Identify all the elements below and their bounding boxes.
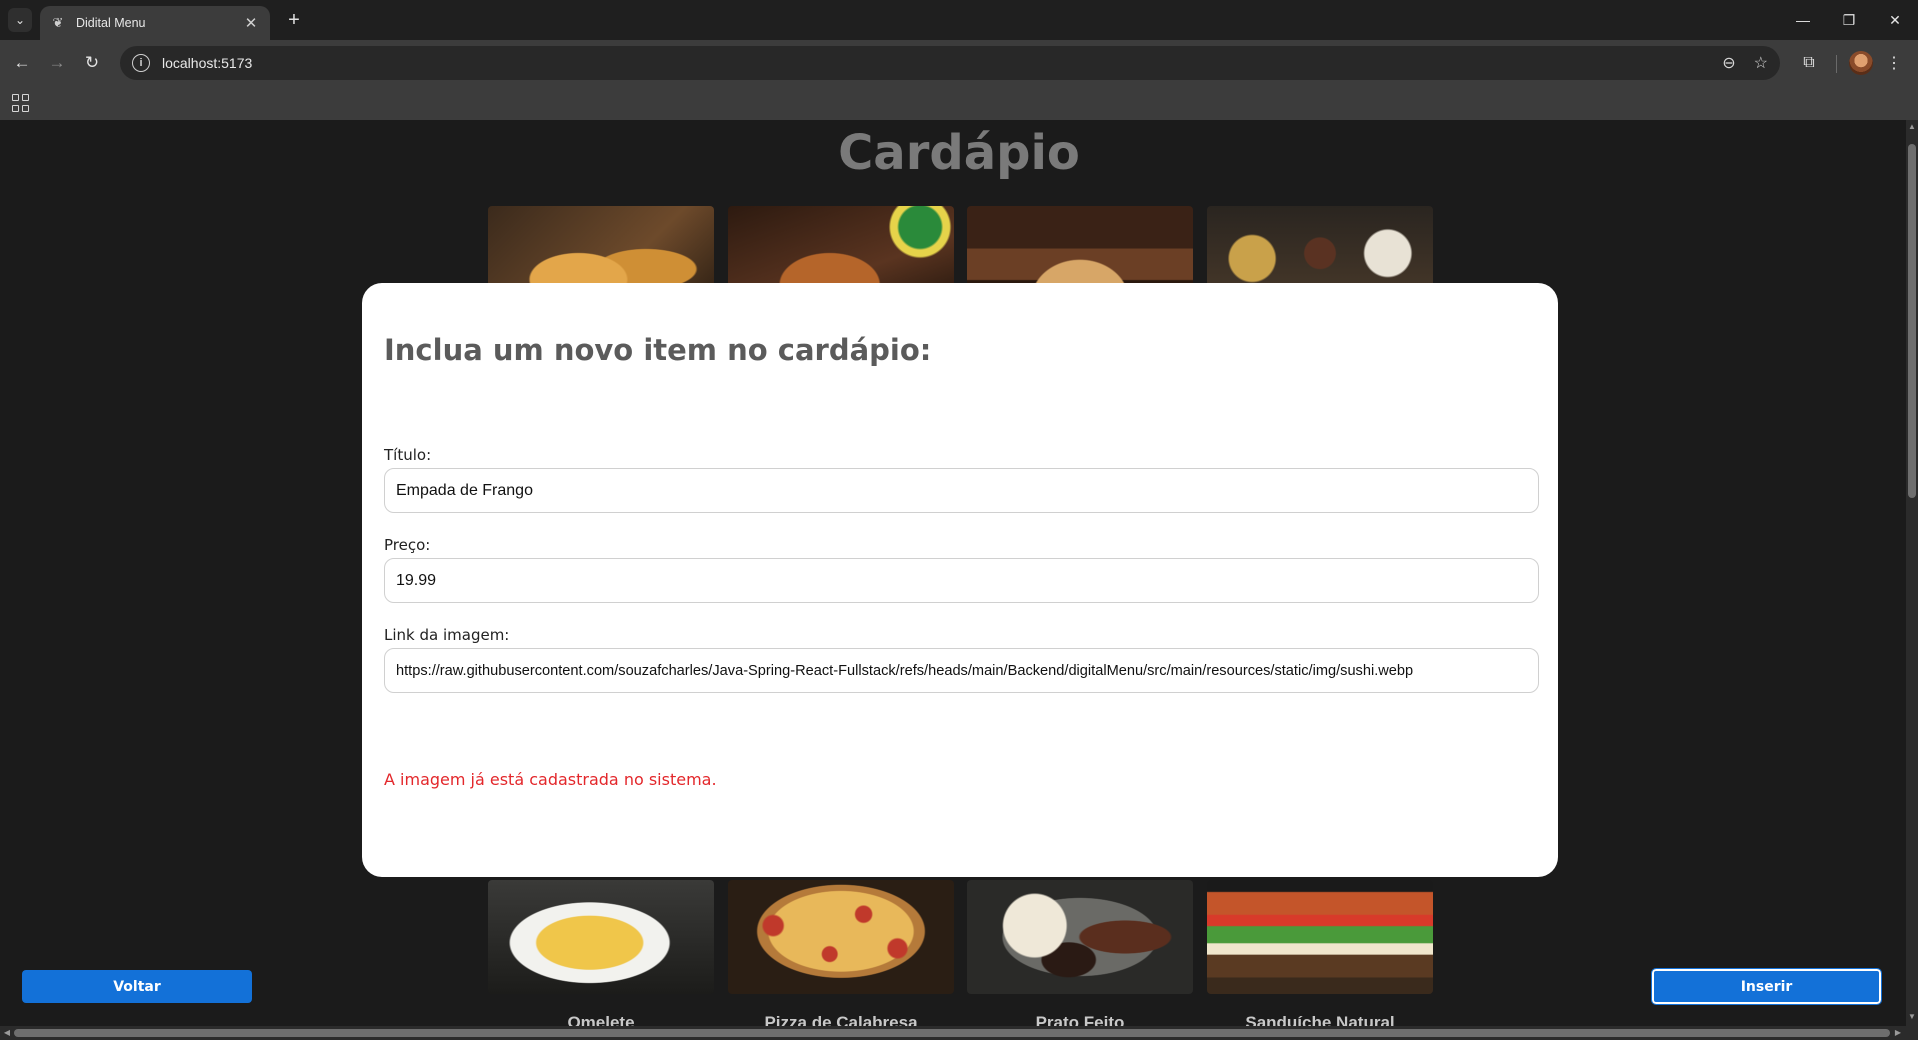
- tab-strip: ⌄ ❦ Didital Menu ✕ + — ❐ ✕: [0, 0, 1918, 40]
- omelete-image[interactable]: [488, 880, 714, 994]
- url-text[interactable]: localhost:5173: [162, 55, 1704, 71]
- avatar[interactable]: [1849, 51, 1873, 75]
- zoom-icon[interactable]: ⊖: [1722, 53, 1735, 73]
- page-title: Cardápio: [838, 125, 1080, 181]
- scroll-right-icon[interactable]: ▶: [1893, 1028, 1903, 1038]
- scrollbar-corner: [1906, 1026, 1918, 1040]
- vertical-scroll-thumb[interactable]: [1908, 144, 1916, 498]
- star-icon[interactable]: ☆: [1754, 53, 1768, 73]
- image-link-label: Link da imagem:: [384, 626, 510, 644]
- minimize-icon[interactable]: —: [1780, 0, 1826, 40]
- card-label-prato-feito: Prato Feito: [1035, 1013, 1125, 1026]
- browser-tab[interactable]: ❦ Didital Menu ✕: [40, 6, 270, 40]
- window-close-icon[interactable]: ✕: [1872, 0, 1918, 40]
- arrow-left-icon[interactable]: ←: [8, 49, 36, 77]
- error-message: A imagem já está cadastrada no sistema.: [384, 770, 717, 789]
- scroll-down-icon[interactable]: ▼: [1908, 1012, 1916, 1022]
- leaf-icon: ❦: [52, 15, 64, 30]
- reload-icon[interactable]: ↻: [78, 49, 106, 77]
- info-icon[interactable]: i: [132, 54, 150, 72]
- bookmarks-bar: [0, 86, 1918, 120]
- price-label: Preço:: [384, 536, 431, 554]
- vertical-scrollbar[interactable]: ▲ ▼: [1906, 120, 1918, 1026]
- arrow-right-icon[interactable]: →: [43, 49, 71, 77]
- card-label-omelete: Omelete: [567, 1013, 635, 1026]
- toolbar-divider: [1836, 55, 1837, 73]
- browser-toolbar: ← → ↻ i localhost:5173 ⊖ ☆ ⧉ ⋮: [0, 40, 1918, 86]
- tab-title: Didital Menu: [76, 16, 146, 30]
- image-link-input[interactable]: [384, 648, 1539, 693]
- apps-grid-icon[interactable]: [12, 94, 30, 112]
- sanduiche-image[interactable]: [1207, 880, 1433, 994]
- address-bar[interactable]: i localhost:5173 ⊖ ☆: [120, 46, 1780, 80]
- pizza-image[interactable]: [728, 880, 954, 994]
- title-label: Título:: [384, 446, 432, 464]
- plus-icon[interactable]: +: [282, 8, 306, 32]
- scroll-left-icon[interactable]: ◀: [2, 1028, 12, 1038]
- kebab-icon[interactable]: ⋮: [1880, 49, 1908, 77]
- close-icon[interactable]: ✕: [242, 14, 260, 32]
- title-input[interactable]: [384, 468, 1539, 513]
- puzzle-icon[interactable]: ⧉: [1795, 49, 1823, 77]
- horizontal-scroll-thumb[interactable]: [14, 1029, 1890, 1037]
- card-label-pizza: Pizza de Calabresa: [764, 1013, 918, 1026]
- horizontal-scrollbar[interactable]: ◀ ▶: [0, 1026, 1906, 1040]
- insert-button[interactable]: Inserir: [1651, 968, 1882, 1005]
- price-input[interactable]: [384, 558, 1539, 603]
- back-button[interactable]: Voltar: [22, 970, 252, 1003]
- card-label-sanduiche: Sanduíche Natural: [1245, 1013, 1395, 1026]
- modal-title: Inclua um novo item no cardápio:: [384, 333, 932, 367]
- add-item-modal: Inclua um novo item no cardápio: Título:…: [362, 283, 1558, 877]
- chevron-down-icon[interactable]: ⌄: [8, 8, 32, 32]
- scroll-up-icon[interactable]: ▲: [1908, 122, 1916, 132]
- restore-icon[interactable]: ❐: [1826, 0, 1872, 40]
- prato-feito-image[interactable]: [967, 880, 1193, 994]
